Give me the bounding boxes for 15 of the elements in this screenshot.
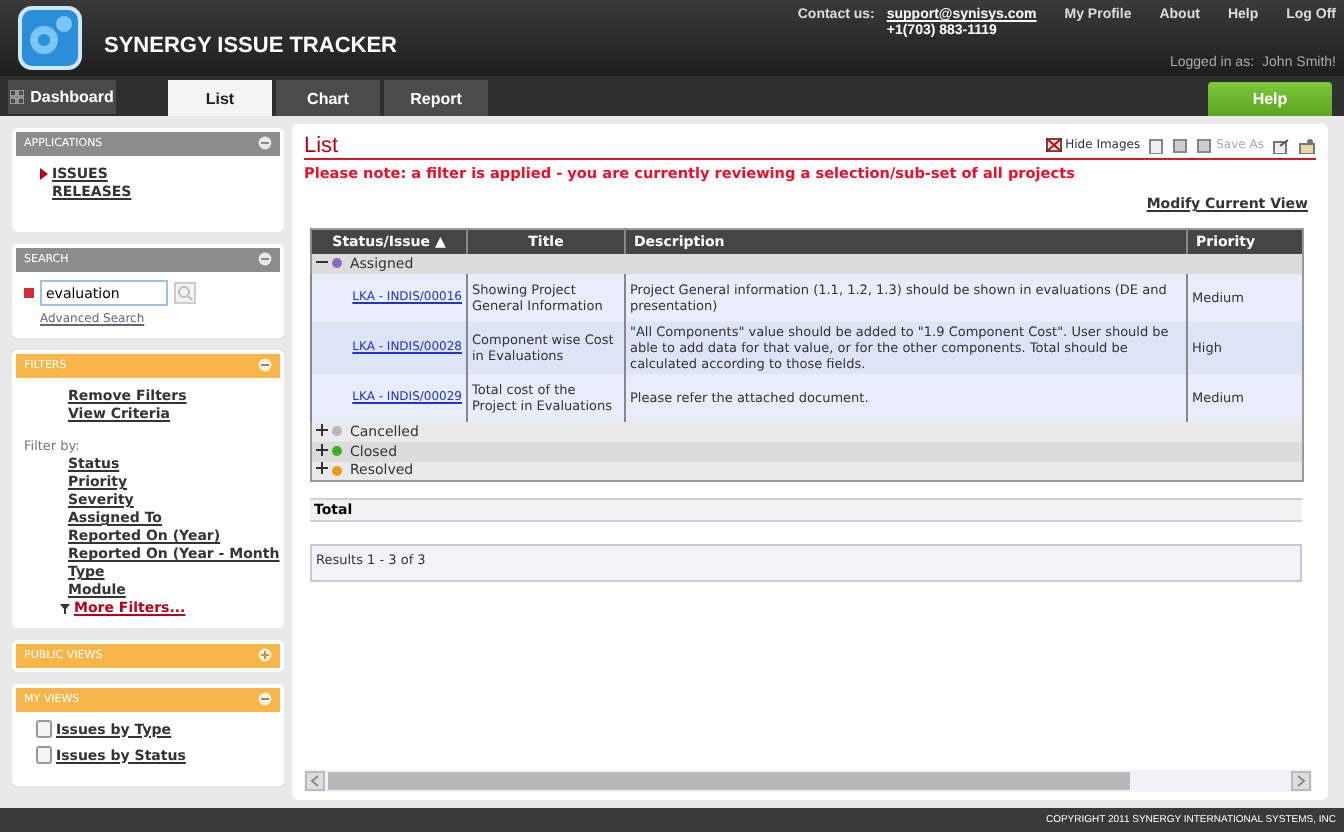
app-title: SYNERGY ISSUE TRACKER <box>104 34 397 58</box>
funnel-icon <box>60 603 70 613</box>
pointer-icon <box>40 168 48 180</box>
nav-tab[interactable]: List <box>168 80 272 116</box>
nav-tab[interactable]: Chart <box>276 80 380 116</box>
image-off-icon <box>1045 138 1062 152</box>
horizontal-scrollbar[interactable] <box>304 770 1312 792</box>
expand-icon[interactable] <box>316 443 328 455</box>
grid-icon <box>10 89 25 103</box>
nav-tab[interactable]: Report <box>384 80 488 116</box>
expand-icon[interactable] <box>316 462 328 475</box>
nav-tab[interactable]: Dashboard <box>8 79 116 113</box>
collapse-icon[interactable] <box>316 255 328 267</box>
page-title: List <box>304 133 339 157</box>
expand-icon[interactable] <box>316 423 328 435</box>
